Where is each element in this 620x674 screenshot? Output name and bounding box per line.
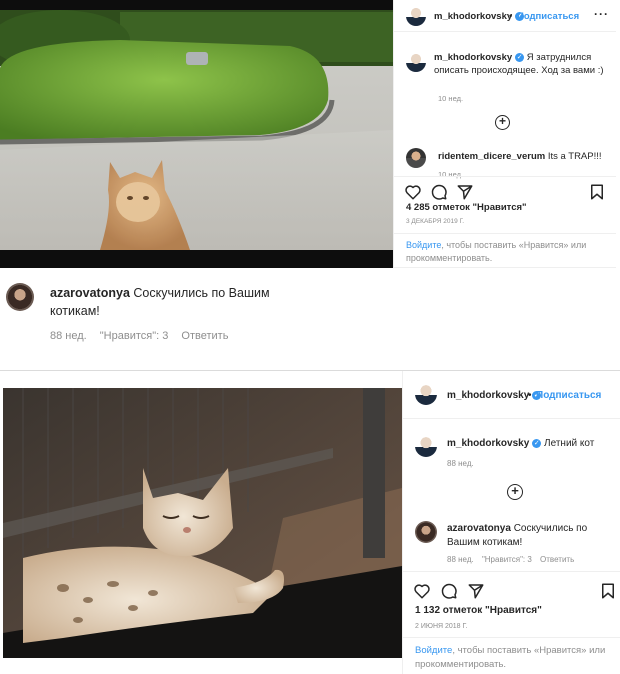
comment-meta: 88 нед. "Нравится": 3 Ответить [50,330,238,342]
caption-text: m_khodorkovsky ✓ Я затруднился описать пр… [434,52,604,78]
reply-button[interactable]: Ответить [540,555,574,564]
bookmark-icon[interactable] [588,183,606,201]
commenter-avatar[interactable] [6,283,34,311]
reply-username[interactable]: azarovatonya [447,523,511,534]
reply-avatar[interactable] [415,521,437,543]
comment-reply-button[interactable]: Ответить [181,330,228,342]
post-date: 2 июня 2018 г. [415,623,468,630]
post-date: 3 декабря 2019 г. [406,218,465,225]
reply-text: ridentem_dicere_verum Its a TRAP!!! [438,151,613,164]
like-count[interactable]: 4 285 отметок "Нравится" [406,202,527,213]
verified-badge-icon: ✓ [515,52,525,62]
reply-username[interactable]: ridentem_dicere_verum [438,151,545,162]
post-2-photo-sleeping-cat[interactable] [3,388,402,658]
reply-like-count[interactable]: "Нравится": 3 [482,555,532,564]
comment-icon[interactable] [440,582,458,600]
caption-text: m_khodorkovsky ✓ Летний кот [447,437,617,451]
comment-card: azarovatonya Соскучились по Вашим котика… [0,276,620,356]
post-2: m_khodorkovsky ✓ • Подписаться m_khodorko… [0,370,620,674]
follow-button[interactable]: Подписаться [536,390,601,401]
login-link[interactable]: Войдите [415,645,452,656]
share-icon[interactable] [467,582,485,600]
follow-button[interactable]: Подписаться [517,11,579,22]
comment-text: azarovatonya Соскучились по Вашим котика… [50,284,300,320]
commenter-username[interactable]: azarovatonya [50,286,130,300]
reply-avatar[interactable] [406,148,426,168]
plus-circle-icon[interactable]: + [507,484,523,500]
comment-age: 88 нед. [50,330,87,342]
caption-username[interactable]: m_khodorkovsky [434,52,512,63]
caption-avatar[interactable] [406,52,426,72]
plus-circle-icon[interactable]: + [495,115,510,130]
bookmark-icon[interactable] [599,582,617,600]
post-1-header: m_khodorkovsky ✓ • Подписаться ··· [394,0,616,32]
login-prompt: Войдите, чтобы поставить «Нравится» или … [394,233,616,268]
caption-body: Летний кот [544,438,595,449]
heart-icon[interactable] [404,183,422,201]
heart-icon[interactable] [413,582,431,600]
separator-dot: • [528,390,532,401]
post-1-sidebar: m_khodorkovsky ✓ • Подписаться ··· m_khod… [393,0,616,268]
caption-avatar[interactable] [415,435,437,457]
verified-badge-icon: ✓ [532,438,542,448]
separator-dot: • [509,11,513,22]
share-icon[interactable] [456,183,474,201]
login-link[interactable]: Войдите [406,240,441,250]
more-options-button[interactable]: ··· [594,7,609,21]
reply-meta: 88 нед. "Нравится": 3 Ответить [447,555,574,564]
post-1-photo-garden-cat[interactable] [0,0,393,268]
author-avatar[interactable] [415,383,437,405]
reply-age: 88 нед. [447,555,474,564]
post-2-sidebar: m_khodorkovsky ✓ • Подписаться m_khodorko… [402,371,620,674]
post-2-header: m_khodorkovsky ✓ • Подписаться [403,371,620,419]
caption-age: 10 нед. [438,94,464,103]
post-1: m_khodorkovsky ✓ • Подписаться ··· m_khod… [0,0,616,268]
sleeping-cat-photo [3,388,402,658]
like-count[interactable]: 1 132 отметок "Нравится" [415,605,542,616]
garden-cat-photo [0,0,393,268]
reply-body: Its a TRAP!!! [547,151,602,162]
caption-age: 88 нед. [447,459,474,468]
comment-like-count[interactable]: "Нравится": 3 [100,330,169,342]
comment-icon[interactable] [430,183,448,201]
author-avatar[interactable] [406,6,426,26]
login-prompt: Войдите, чтобы поставить «Нравится» или … [403,637,620,674]
reply-text: azarovatonya Соскучились по Вашим котика… [447,522,617,549]
caption-username[interactable]: m_khodorkovsky [447,438,529,449]
